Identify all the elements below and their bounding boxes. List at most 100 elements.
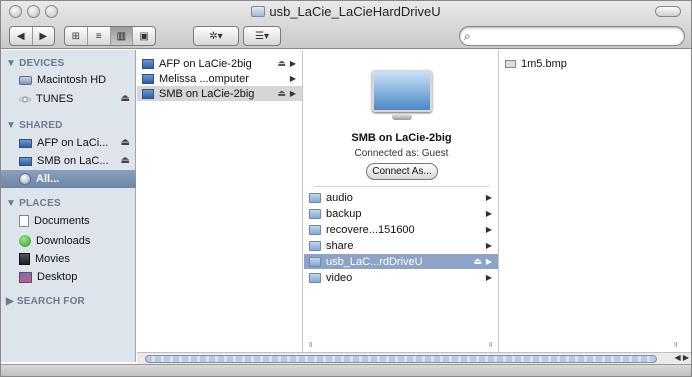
drive-icon [251, 6, 266, 17]
eject-icon[interactable]: ⏏ [121, 137, 130, 148]
title-toolbar: usb_LaCie_LaCieHardDriveU ◀ ▶ ⊞ ≡ ▥ ▣ ✲▾… [1, 1, 691, 49]
column-item-smb[interactable]: SMB on LaCie-2big ⏏ ▶ [137, 86, 302, 101]
chevron-right-icon: ▶ [485, 209, 492, 218]
back-button[interactable]: ◀ [10, 27, 33, 45]
column-item-label: share [326, 239, 354, 252]
sidebar-item-documents[interactable]: Documents [1, 212, 136, 230]
monitor-icon [142, 58, 154, 69]
sidebar-item-label: Movies [35, 253, 70, 265]
eject-icon[interactable]: ⏏ [121, 155, 130, 166]
sidebar-item-label: Desktop [37, 271, 78, 283]
column-item-recovered[interactable]: recovere...151600 ▶ [304, 222, 498, 237]
divider [314, 186, 489, 187]
window-title: usb_LaCie_LaCieHardDriveU [1, 4, 691, 19]
column-item-backup[interactable]: backup ▶ [304, 206, 498, 221]
column-item-label: usb_LaC...rdDriveU [326, 255, 423, 268]
column-resize-grip[interactable]: ॥ [308, 339, 313, 350]
horizontal-scrollbar[interactable]: ◀ ▶ [137, 352, 691, 364]
monitor-icon [142, 73, 154, 84]
preview-status: Connected as: Guest [354, 148, 449, 159]
network-icon [19, 173, 31, 185]
icon-view-button[interactable]: ⊞ [65, 27, 88, 45]
chevron-right-icon: ▶ [289, 89, 296, 98]
column-item-label: 1m5.bmp [521, 57, 567, 70]
coverflow-view-button[interactable]: ▣ [133, 27, 155, 45]
column-item-label: video [326, 271, 353, 284]
search-for-header[interactable]: ▶ SEARCH FOR [6, 296, 85, 307]
chevron-right-icon: ▶ [485, 193, 492, 202]
downloads-icon [19, 235, 31, 247]
column-item-audio[interactable]: audio ▶ [304, 190, 498, 205]
image-file-icon [505, 59, 516, 68]
action-button[interactable]: ✲▾ [193, 26, 239, 46]
movies-icon [19, 253, 30, 265]
column-item-video[interactable]: video ▶ [304, 270, 498, 285]
harddisk-icon [19, 75, 32, 85]
column-servers: AFP on LaCie-2big ⏏ ▶ Melissa ...omputer… [137, 50, 303, 352]
chevron-right-icon: ▶ [485, 241, 492, 250]
sidebar-item-movies[interactable]: Movies [1, 250, 136, 268]
scroll-arrows[interactable]: ◀ ▶ [674, 353, 689, 362]
view-buttons: ⊞ ≡ ▥ ▣ [64, 26, 156, 46]
sidebar-item-smb[interactable]: SMB on LaC... ⏏ [1, 152, 136, 170]
column-item-label: AFP on LaCie-2big [159, 57, 252, 70]
sidebar-item-label: SMB on LaC... [37, 155, 109, 167]
column-item-label: SMB on LaCie-2big [159, 87, 255, 100]
column-item-label: recovere...151600 [326, 223, 415, 236]
sidebar-item-label: TUNES [36, 93, 74, 105]
connect-as-button[interactable]: Connect As... [366, 163, 438, 180]
toolbar-toggle-button[interactable] [655, 6, 681, 17]
shared-header[interactable]: ▼ SHARED [6, 120, 63, 131]
sidebar-item-afp[interactable]: AFP on LaCi... ⏏ [1, 134, 136, 152]
chevron-right-icon: ▶ [289, 59, 296, 68]
search-field[interactable]: ⌕ [459, 26, 685, 46]
monitor-icon [19, 138, 32, 148]
folder-icon [309, 224, 321, 235]
monitor-icon [142, 88, 154, 99]
eject-icon[interactable]: ⏏ [473, 256, 482, 267]
column-item-label: backup [326, 207, 362, 220]
disc-icon [19, 95, 31, 103]
column-item-1m5-bmp[interactable]: 1m5.bmp [500, 56, 680, 71]
sidebar-item-downloads[interactable]: Downloads [1, 232, 136, 250]
sidebar: ▼ DEVICES Macintosh HD TUNES ⏏ ▼ SHARED … [1, 50, 136, 362]
search-icon: ⌕ [464, 29, 471, 43]
list-view-button[interactable]: ≡ [88, 27, 111, 45]
folder-icon [309, 256, 321, 267]
monitor-stand [392, 114, 412, 120]
column-files: 1m5.bmp ॥ [500, 50, 685, 352]
sidebar-item-tunes[interactable]: TUNES ⏏ [1, 90, 136, 108]
column-shares: SMB on LaCie-2big Connected as: Guest Co… [304, 50, 499, 352]
column-item-usb-lacie[interactable]: usb_LaC...rdDriveU ⏏ ▶ [304, 254, 498, 269]
column-resize-grip[interactable]: ॥ [673, 339, 678, 350]
sidebar-item-all[interactable]: All... [1, 170, 136, 188]
history-buttons: ◀ ▶ [9, 26, 55, 46]
eject-icon[interactable]: ⏏ [277, 58, 286, 69]
column-item-afp[interactable]: AFP on LaCie-2big ⏏ ▶ [137, 56, 302, 71]
eject-icon[interactable]: ⏏ [277, 88, 286, 99]
chevron-right-icon: ▶ [485, 273, 492, 282]
column-view-button[interactable]: ▥ [110, 27, 134, 45]
places-header[interactable]: ▼ PLACES [6, 198, 61, 209]
scrollbar-thumb[interactable] [145, 355, 657, 363]
folder-icon [309, 272, 321, 283]
column-item-melissa[interactable]: Melissa ...omputer ▶ [137, 71, 302, 86]
sidebar-item-label: Macintosh HD [37, 74, 107, 86]
sidebar-item-label: Downloads [36, 235, 91, 247]
devices-header[interactable]: ▼ DEVICES [6, 58, 64, 69]
sidebar-item-desktop[interactable]: Desktop [1, 268, 136, 286]
sidebar-item-macintosh-hd[interactable]: Macintosh HD [1, 71, 136, 89]
server-preview-icon [372, 70, 432, 112]
folder-icon [309, 208, 321, 219]
column-item-label: Melissa ...omputer [159, 72, 249, 85]
eject-icon[interactable]: ⏏ [121, 93, 130, 104]
column-resize-grip[interactable]: ॥ [488, 339, 493, 350]
forward-button[interactable]: ▶ [33, 27, 55, 45]
folder-icon [309, 240, 321, 251]
arrange-button[interactable]: ☰▾ [243, 26, 281, 46]
finder-window: usb_LaCie_LaCieHardDriveU ◀ ▶ ⊞ ≡ ▥ ▣ ✲▾… [0, 0, 692, 377]
column-item-share[interactable]: share ▶ [304, 238, 498, 253]
documents-icon [19, 215, 29, 227]
chevron-right-icon: ▶ [485, 257, 492, 266]
desktop-icon [19, 271, 32, 283]
